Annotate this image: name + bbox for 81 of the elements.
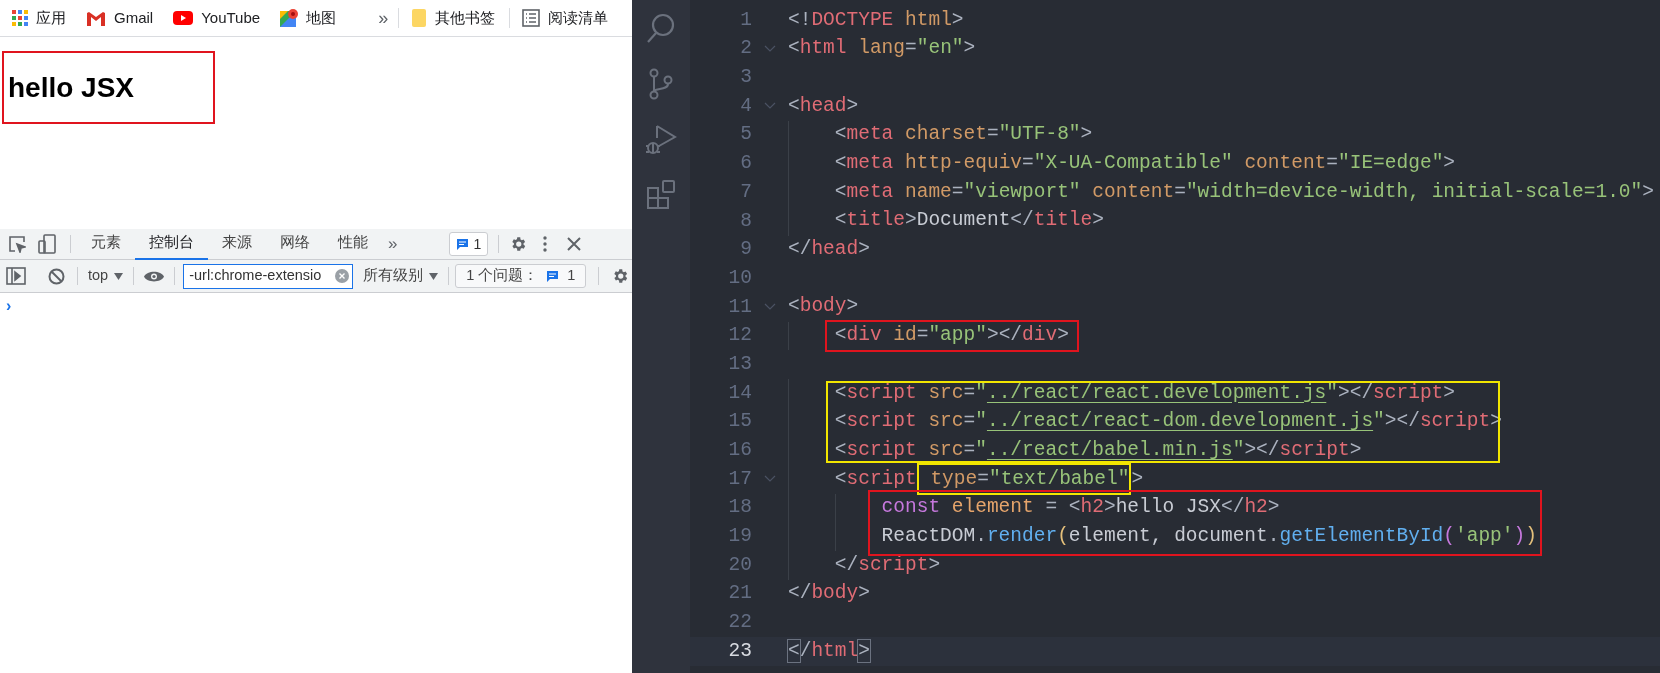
line-number: 6 — [739, 151, 752, 177]
sidebar-icon[interactable] — [6, 267, 26, 285]
bookmark-link[interactable]: Gmail — [86, 6, 154, 30]
line-number: 10 — [727, 265, 752, 291]
extensions-icon[interactable] — [646, 180, 676, 210]
line-number: 3 — [739, 65, 752, 91]
folder-icon — [411, 8, 428, 28]
bookmark-link[interactable]: YouTube — [173, 6, 261, 30]
line-number: 16 — [727, 438, 752, 464]
device-icon[interactable] — [38, 234, 56, 254]
caret-icon — [429, 272, 439, 280]
devtools-tab[interactable]: 元素 — [77, 228, 135, 260]
code-line: </html> — [788, 641, 870, 662]
devtools-tab[interactable]: 性能 — [324, 228, 382, 260]
list-icon — [522, 9, 541, 27]
issues-button[interactable]: 1 个问题： 1 — [455, 264, 587, 288]
code-line: <title>Document</title> — [834, 211, 1104, 231]
line-number: 4 — [739, 93, 752, 119]
code-line: <script src="../react/babel.min.js"></script> — [834, 440, 1362, 461]
line-number: 1 — [739, 7, 752, 33]
line-number: 2 — [739, 36, 752, 62]
line-number: 7 — [739, 179, 752, 205]
bookmark-link[interactable]: 其他书签 — [411, 6, 496, 30]
code-line: <script src="../react/react.development.js"></script> — [834, 383, 1456, 404]
code-line: <!DOCTYPE html> — [788, 10, 964, 31]
code-line: <meta charset="UTF-8"> — [834, 125, 1093, 145]
issues-badge[interactable]: 1 — [449, 232, 489, 256]
bookmark-link[interactable]: 阅读清单 — [522, 6, 609, 30]
apps-grid-icon — [12, 10, 28, 26]
code-line: ReactDOM.render(element, document.getElementById('app')) — [881, 526, 1537, 547]
line-number: 13 — [727, 351, 752, 377]
bookmark-link[interactable]: 地图 — [280, 6, 337, 30]
page-heading: hello JSX — [8, 70, 135, 105]
message-icon — [456, 237, 470, 251]
code-line: <html lang="en"> — [788, 39, 976, 59]
levels-selector[interactable]: 所有级别 — [363, 265, 439, 287]
line-number: 18 — [727, 495, 752, 521]
code-line: <script type="text/babel"> — [834, 464, 1144, 495]
code-line: </head> — [788, 240, 870, 260]
filter-field[interactable]: -url:chrome-extensio — [183, 263, 354, 289]
search-icon[interactable] — [646, 12, 676, 44]
line-number: 19 — [727, 524, 752, 550]
line-number: 20 — [727, 552, 752, 578]
caret-icon — [114, 272, 124, 280]
code-line: </script> — [834, 555, 941, 576]
mail-icon — [86, 10, 106, 26]
clear-icon[interactable] — [335, 269, 350, 283]
line-number: 22 — [727, 610, 752, 636]
code-line: const element = <h2>hello JSX</h2> — [881, 498, 1280, 518]
branch-icon[interactable] — [648, 68, 674, 100]
play-icon — [173, 11, 194, 25]
code-line: </body> — [788, 584, 870, 604]
inspect-icon[interactable] — [8, 235, 26, 253]
eye-icon[interactable] — [144, 269, 165, 283]
clear-console-icon[interactable] — [48, 267, 65, 285]
message-icon — [546, 269, 560, 283]
map-pin-icon — [280, 9, 299, 27]
more-options-icon[interactable] — [543, 236, 548, 252]
code-line: <body> — [788, 297, 859, 317]
line-number: 12 — [727, 323, 752, 349]
line-number: 23 — [727, 638, 752, 664]
line-number: 21 — [727, 581, 752, 607]
line-number: 17 — [727, 466, 752, 492]
devtools-tab[interactable]: 来源 — [208, 228, 266, 260]
line-number: 14 — [727, 380, 752, 406]
context-selector[interactable]: top — [88, 265, 124, 287]
line-number: 8 — [739, 208, 752, 234]
code-line: <meta name="viewport" content="width=device-width, initial-scale=1.0"> — [834, 182, 1654, 203]
run-debug-icon[interactable] — [645, 124, 677, 156]
line-number: 9 — [739, 237, 752, 263]
code-line: <meta http-equiv="X-UA-Compatible" content="IE=edge"> — [834, 154, 1456, 174]
close-icon[interactable] — [567, 237, 582, 251]
console-prompt[interactable]: › — [6, 297, 12, 314]
devtools-tab[interactable]: 网络 — [266, 228, 324, 260]
line-number: 5 — [739, 122, 752, 148]
more-bookmarks-button[interactable]: » — [378, 4, 389, 32]
line-number: 15 — [727, 409, 752, 435]
line-number: 11 — [727, 294, 752, 320]
bookmark-link[interactable]: 应用 — [12, 6, 66, 30]
code-line: <head> — [788, 96, 859, 117]
more-tabs-button[interactable]: » — [388, 231, 398, 257]
